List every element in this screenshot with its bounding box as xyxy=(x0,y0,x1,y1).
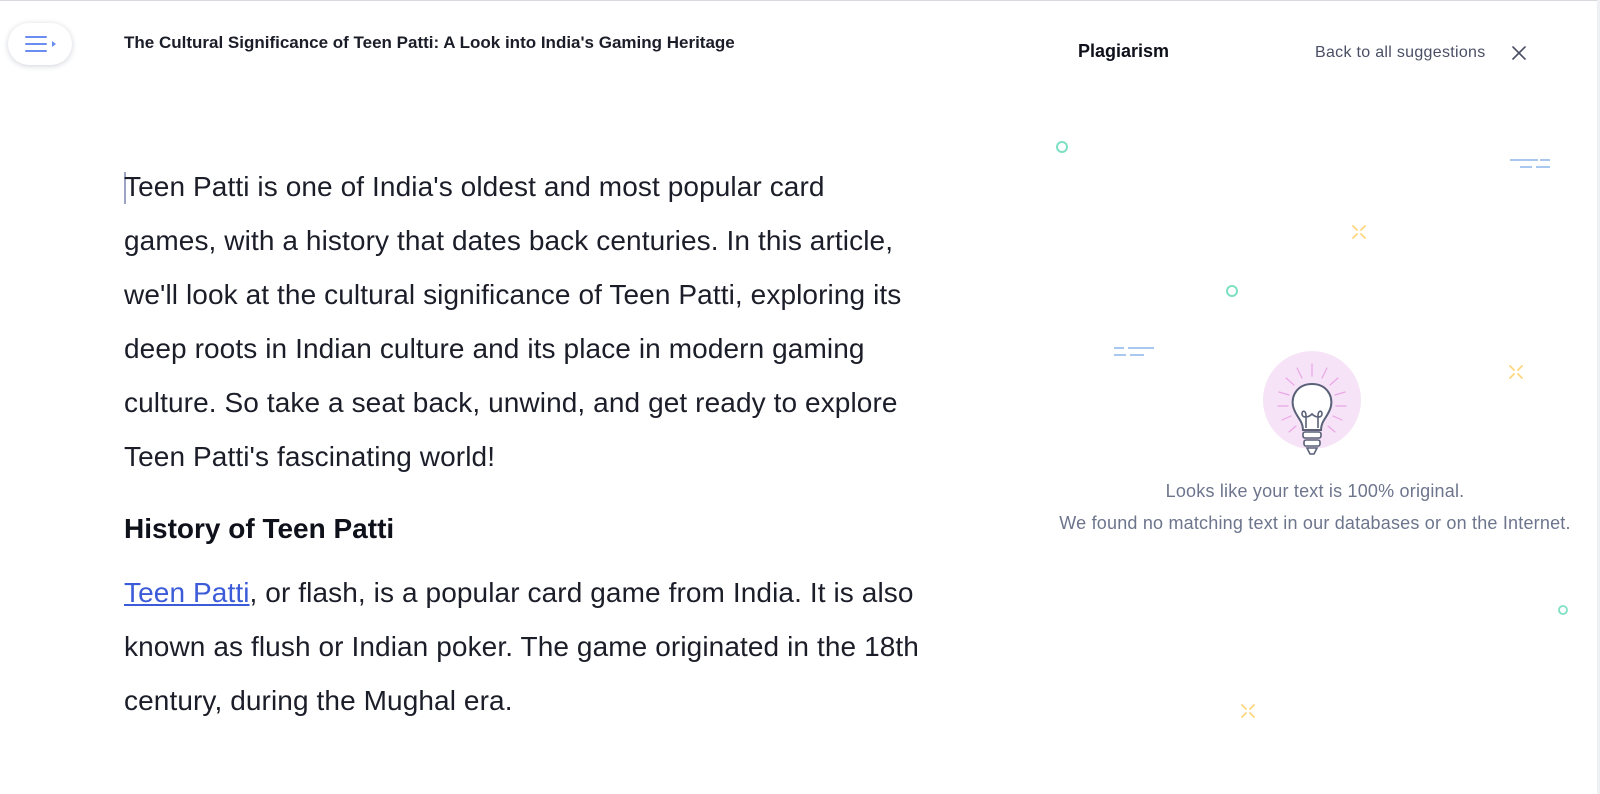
result-message-detail: We found no matching text in our databas… xyxy=(1059,513,1571,533)
lightbulb-icon xyxy=(1263,351,1361,455)
section-paragraph[interactable]: Teen Patti, or flash, is a popular card … xyxy=(124,566,924,728)
back-to-suggestions-link[interactable]: Back to all suggestions xyxy=(1315,44,1486,62)
editor-body[interactable]: Teen Patti is one of India's oldest and … xyxy=(124,160,924,728)
document-title[interactable]: The Cultural Significance of Teen Patti:… xyxy=(124,33,735,53)
decor-sparkle-icon xyxy=(1509,365,1523,379)
teen-patti-link[interactable]: Teen Patti xyxy=(124,577,250,608)
top-border xyxy=(0,0,1600,1)
close-icon[interactable] xyxy=(1510,44,1528,62)
decor-dashes-icon xyxy=(1114,347,1154,356)
decor-dashes-icon xyxy=(1510,159,1550,168)
menu-icon xyxy=(25,36,56,52)
menu-button[interactable] xyxy=(8,23,72,65)
decor-sparkle-icon xyxy=(1241,704,1255,718)
section-heading[interactable]: History of Teen Patti xyxy=(124,502,924,556)
decor-sparkle-icon xyxy=(1352,225,1366,239)
result-message-title: Looks like your text is 100% original. xyxy=(1165,481,1465,501)
decor-circle-icon xyxy=(1226,285,1238,297)
decor-circle-icon xyxy=(1056,141,1068,153)
intro-paragraph[interactable]: Teen Patti is one of India's oldest and … xyxy=(124,160,924,484)
decor-circle-icon xyxy=(1558,605,1568,615)
panel-title: Plagiarism xyxy=(1078,41,1170,61)
